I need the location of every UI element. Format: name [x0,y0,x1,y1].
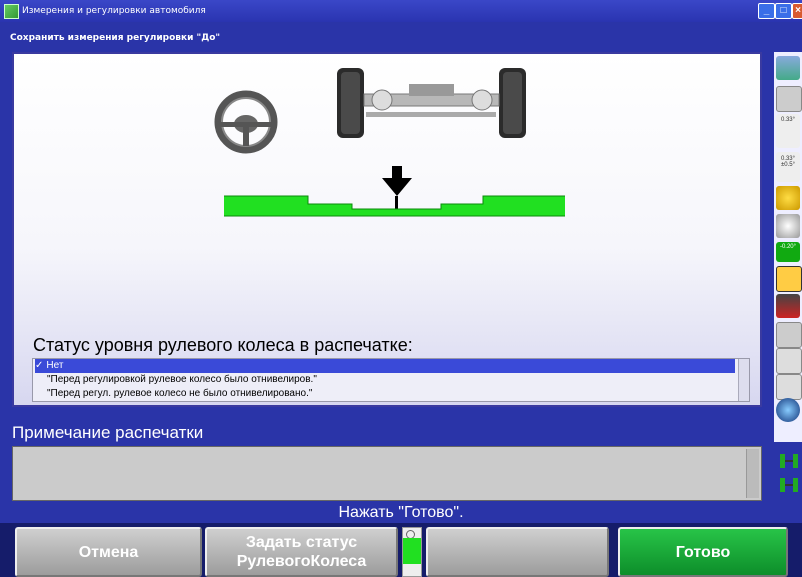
caster-readout-icon[interactable]: 0.33° [776,114,800,148]
down-arrow-icon [382,166,412,212]
notes-scrollbar[interactable] [746,449,759,498]
axle-small-icon[interactable] [776,426,800,440]
maximize-button[interactable]: □ [775,3,792,19]
cancel-button[interactable]: Отмена [15,527,202,577]
option-label: "Перед регул. рулевое колесо не было отн… [47,388,313,399]
minimize-button[interactable]: _ [758,3,775,19]
print-notes-field[interactable] [12,446,762,501]
option-label: Нет [46,360,64,371]
vehicle-specs-icon[interactable] [776,266,802,292]
level-indicator [402,527,422,577]
done-button[interactable]: Готово [618,527,788,577]
report-icon[interactable] [776,348,802,374]
cancel-label: Отмена [78,543,139,561]
option-label: "Перед регулировкой рулевое колесо было … [47,374,317,385]
readout-value: -0.20° [779,244,797,250]
help-icon[interactable] [776,56,800,80]
title-bar: Измерения и регулировки автомобиля _ □ × [0,0,802,22]
racing-flag-icon[interactable] [776,294,800,318]
edit-icon[interactable] [776,374,802,400]
camber-readout-icon[interactable]: 0.33° ±0.5° [776,152,800,182]
tools-icon[interactable] [776,322,802,348]
wheel-icon[interactable] [776,214,800,238]
globe-icon[interactable] [776,398,800,422]
steering-wheel-icon [214,90,278,154]
set-status-label-line1: Задать статус [245,534,358,551]
instruction-prompt: Нажать "Готово". [0,503,802,523]
printer-icon[interactable] [776,86,802,112]
level-bar [224,195,565,217]
wrench-icon[interactable] [776,186,800,210]
option-none[interactable]: ✓ Нет [35,359,735,373]
front-axle-icon [337,68,526,138]
steering-status-list[interactable]: ✓ Нет "Перед регулировкой рулевое колесо … [32,358,750,402]
axle-icon[interactable] [778,450,800,496]
function-bar: Отмена Задать статус РулевогоКолеса Гото… [0,523,802,577]
set-status-label-line2: РулевогоКолеса [236,553,367,570]
notes-label: Примечание распечатки [12,423,204,442]
toe-readout-icon[interactable]: -0.20° [776,242,800,262]
readout-tolerance: ±0.5° [780,162,796,168]
steering-level-panel: Статус уровня рулевого колеса в распечат… [12,52,762,407]
option-leveled[interactable]: "Перед регулировкой рулевое колесо было … [35,373,317,387]
window-title: Измерения и регулировки автомобиля [22,6,206,16]
screen-subtitle: Сохранить измерения регулировки "До" [0,22,802,48]
right-toolbar: 0.33° 0.33° ±0.5° -0.20° [774,52,802,442]
status-heading: Статус уровня рулевого колеса в распечат… [33,335,413,355]
set-steering-status-button[interactable]: Задать статус РулевогоКолеса [205,527,398,577]
subtitle-text: Сохранить измерения регулировки "До" [10,33,221,43]
close-button[interactable]: × [792,3,802,19]
readout-value: 0.33° [780,117,796,123]
app-icon [4,4,19,19]
option-not-leveled[interactable]: "Перед регул. рулевое колесо не было отн… [35,387,312,401]
check-icon: ✓ [35,360,44,371]
blank-button[interactable] [426,527,609,577]
done-label: Готово [675,543,731,561]
level-fill [403,538,421,564]
steering-illustration [214,68,565,217]
list-scrollbar[interactable] [738,359,749,401]
